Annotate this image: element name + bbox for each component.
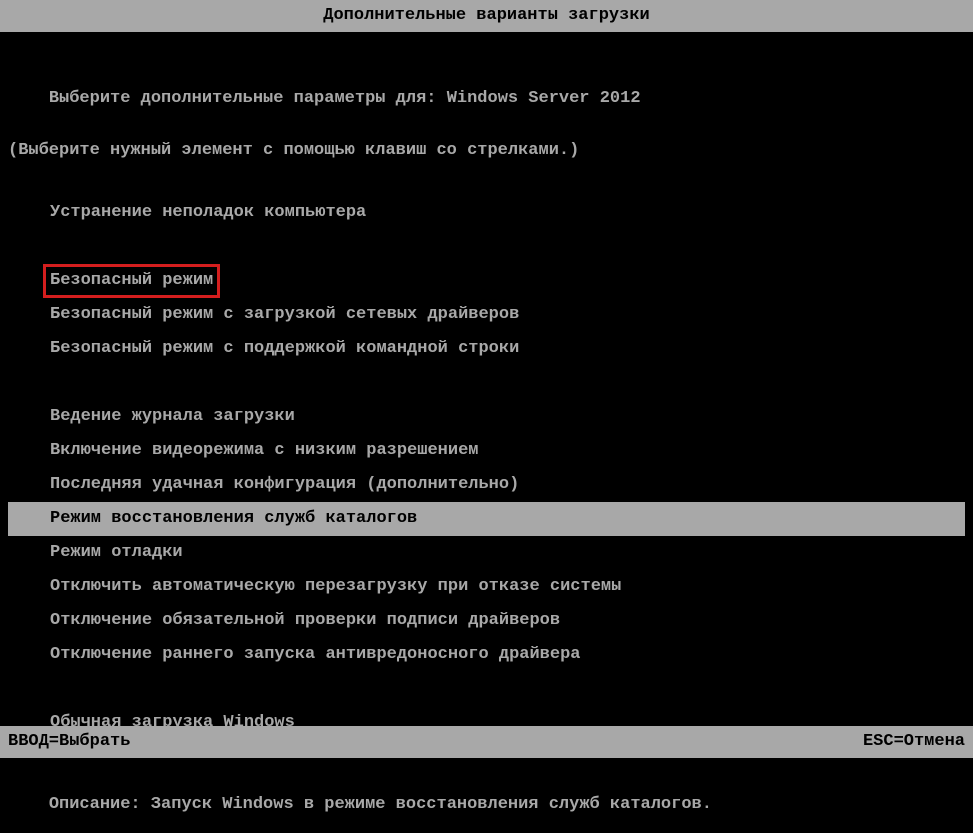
menu-item-0[interactable]: Устранение неполадок компьютера [8,196,965,230]
menu-item-8[interactable]: Режим отладки [8,536,965,570]
description-label: Описание: [49,795,151,814]
description-text: Запуск Windows в режиме восстановления с… [151,795,712,814]
menu-item-5[interactable]: Включение видеорежима с низким разрешени… [8,434,965,468]
os-name: Windows Server 2012 [447,89,641,108]
title-text: Дополнительные варианты загрузки [323,6,649,25]
content-area: Выберите дополнительные параметры для: W… [0,70,973,833]
description-section: Описание: Запуск Windows в режиме восста… [8,776,965,833]
prompt-prefix: Выберите дополнительные параметры для: [49,89,447,108]
menu-item-1[interactable]: Безопасный режим [8,264,965,298]
menu-item-2[interactable]: Безопасный режим с загрузкой сетевых дра… [8,298,965,332]
menu-item-11[interactable]: Отключение раннего запуска антивредоносн… [8,638,965,672]
instruction-line: (Выберите нужный элемент с помощью клави… [8,141,965,160]
menu-item-6[interactable]: Последняя удачная конфигурация (дополнит… [8,468,965,502]
footer-bar: ВВОД=Выбрать ESC=Отмена [0,726,973,758]
menu-item-10[interactable]: Отключение обязательной проверки подписи… [8,604,965,638]
boot-menu[interactable]: Устранение неполадок компьютера Безопасны… [8,196,965,740]
menu-item-4[interactable]: Ведение журнала загрузки [8,400,965,434]
menu-item-7[interactable]: Режим восстановления служб каталогов [8,502,965,536]
highlight-box: Безопасный режим [43,264,220,298]
menu-item-9[interactable]: Отключить автоматическую перезагрузку пр… [8,570,965,604]
footer-esc-hint: ESC=Отмена [863,728,965,756]
menu-item-3[interactable]: Безопасный режим с поддержкой командной … [8,332,965,366]
footer-enter-hint: ВВОД=Выбрать [8,728,130,756]
title-bar: Дополнительные варианты загрузки [0,0,973,32]
prompt-line: Выберите дополнительные параметры для: W… [8,70,965,127]
